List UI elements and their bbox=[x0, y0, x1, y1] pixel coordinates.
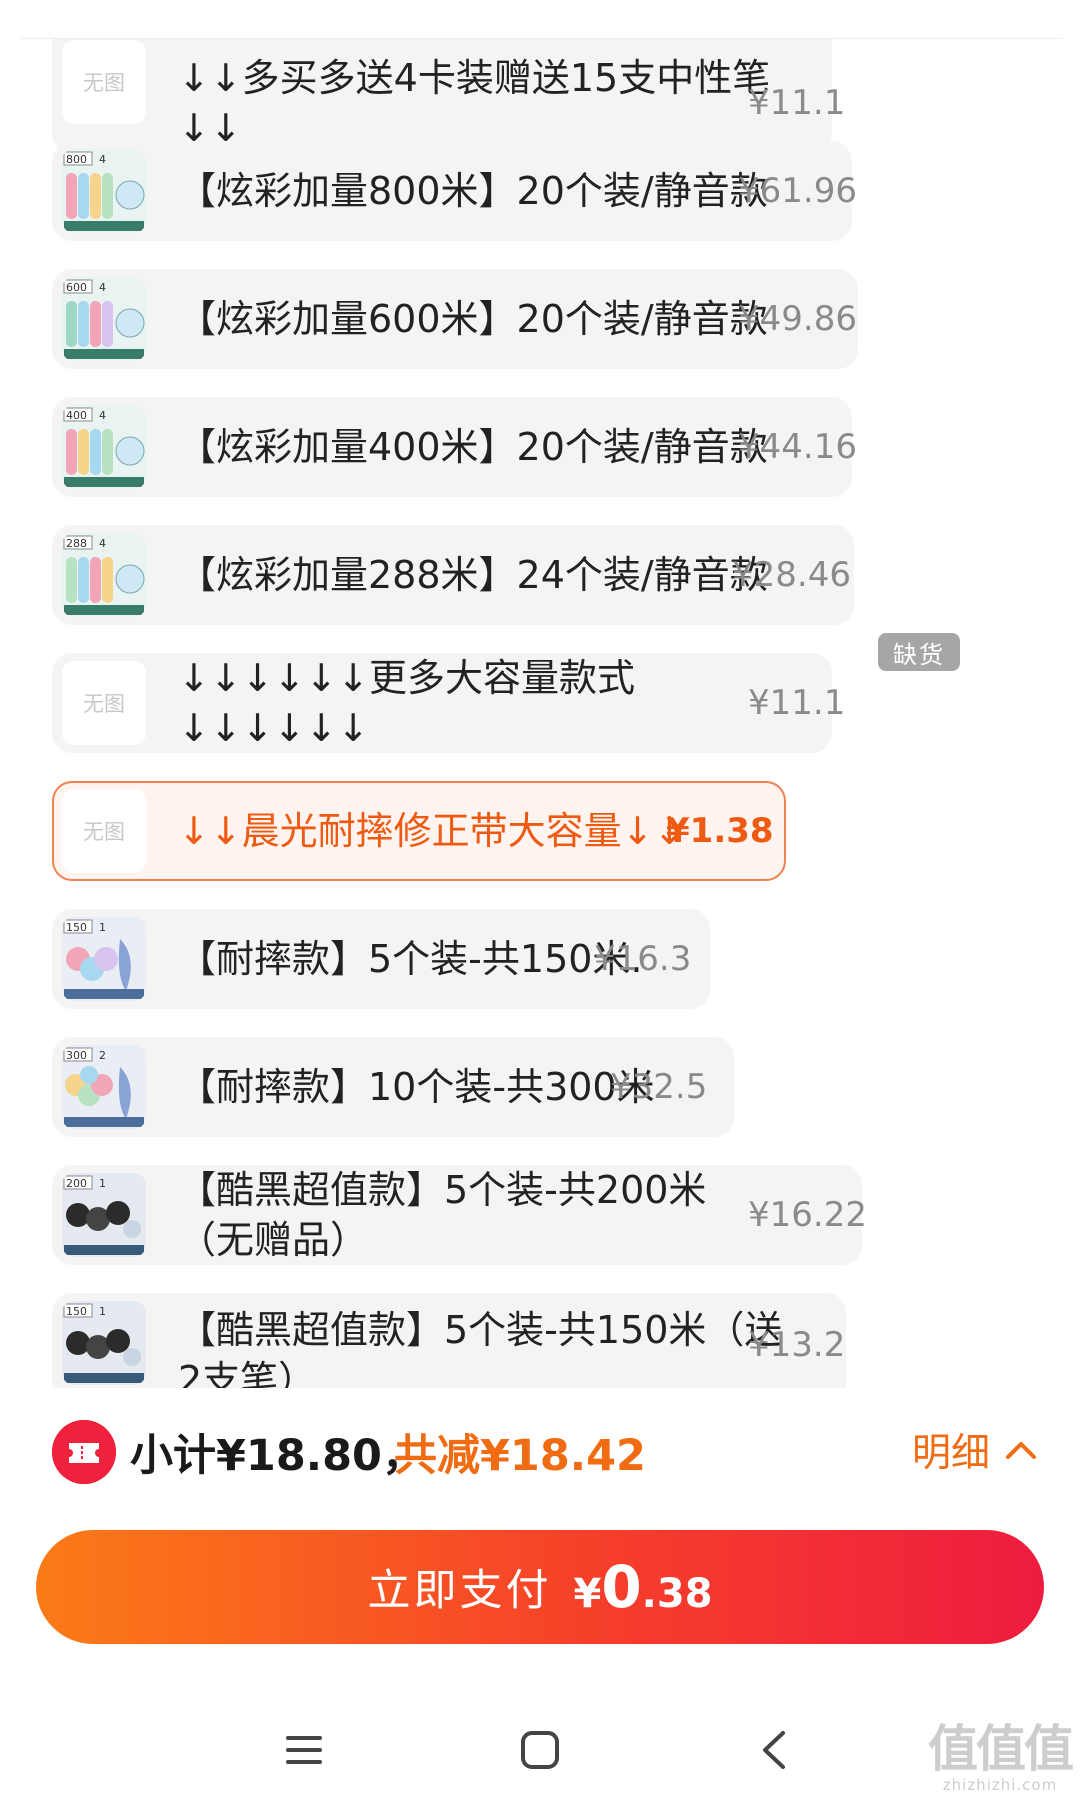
pay-currency: ¥ bbox=[573, 1571, 602, 1617]
sku-option-label: 【酷黑超值款】5个装-共150米（送 2支笔） bbox=[178, 1308, 783, 1389]
sold-out-badge: 缺货 bbox=[878, 633, 960, 671]
svg-text:150: 150 bbox=[66, 1305, 87, 1318]
back-icon[interactable] bbox=[744, 1720, 804, 1780]
watermark-url: zhizhizhi.com bbox=[942, 1776, 1058, 1794]
sku-option-label: ↓↓晨光耐摔修正带大容量↓↓ bbox=[178, 809, 686, 853]
discount-total: 共减¥18.42 bbox=[394, 1431, 646, 1481]
pay-amount-dec: .38 bbox=[641, 1571, 713, 1617]
sku-option[interactable]: 150 1 【耐摔款】5个装-共150米. ¥16.3 bbox=[52, 909, 710, 1009]
svg-text:2: 2 bbox=[99, 1049, 106, 1062]
sku-option[interactable]: 150 1 【酷黑超值款】5个装-共150米（送 2支笔） ¥13.2 bbox=[52, 1293, 846, 1389]
svg-text:150: 150 bbox=[66, 921, 87, 934]
sku-option-label: 【炫彩加量400米】20个装/静音款 bbox=[178, 425, 768, 469]
product-thumbnail: 150 1 bbox=[62, 1301, 146, 1385]
sku-option-price: ¥11.1 bbox=[748, 683, 846, 723]
sku-option[interactable]: 600 4 【炫彩加量600米】20个装/静音款 ¥49.86 bbox=[52, 269, 858, 369]
sku-option-selected[interactable]: 无图 ↓↓晨光耐摔修正带大容量↓↓ ¥1.38 bbox=[52, 781, 786, 881]
sku-option-label: 【耐摔款】5个装-共150米. bbox=[178, 937, 643, 981]
svg-text:4: 4 bbox=[99, 281, 106, 294]
product-thumbnail: 200 1 bbox=[62, 1173, 146, 1257]
sku-option-price: ¥16.22 bbox=[748, 1195, 867, 1235]
pay-now-button[interactable]: 立即支付 ¥0.38 bbox=[36, 1530, 1044, 1644]
pay-now-label: 立即支付 bbox=[367, 1566, 552, 1616]
sku-option-price: ¥11.1 bbox=[748, 83, 846, 123]
svg-text:288: 288 bbox=[66, 537, 87, 550]
sku-options-panel: 无图 ↓↓多买多送4卡装赠送15支中性笔 ↓↓ ¥11.1 800 4 【炫彩加… bbox=[0, 0, 1080, 1389]
product-thumbnail: 600 4 bbox=[62, 277, 146, 361]
product-thumbnail: 400 4 bbox=[62, 405, 146, 489]
subtotal-amount: 小计¥18.80 bbox=[130, 1431, 382, 1481]
svg-text:4: 4 bbox=[99, 537, 106, 550]
svg-text:1: 1 bbox=[99, 1177, 106, 1190]
svg-text:800: 800 bbox=[66, 153, 87, 166]
sku-option-price: ¥44.16 bbox=[738, 427, 857, 467]
subtotal-text: 小计¥18.80， bbox=[130, 1421, 425, 1483]
sku-option-label: 【炫彩加量288米】24个装/静音款 bbox=[178, 553, 768, 597]
site-watermark: 值值值 zhizhizhi.com bbox=[928, 1720, 1074, 1794]
detail-toggle-button[interactable]: 明细 bbox=[912, 1422, 1038, 1478]
sku-option-price: ¥13.2 bbox=[748, 1325, 846, 1365]
pay-amount-int: 0 bbox=[601, 1553, 642, 1621]
pay-amount: ¥0.38 bbox=[573, 1553, 712, 1621]
sku-option-price: ¥61.96 bbox=[738, 171, 857, 211]
sku-option-price: ¥28.46 bbox=[732, 555, 851, 595]
sku-option[interactable]: 400 4 【炫彩加量400米】20个装/静音款 ¥44.16 bbox=[52, 397, 857, 497]
sku-option-label: ↓↓↓↓↓↓更多大容量款式 ↓↓↓↓↓↓ bbox=[178, 656, 636, 750]
svg-text:600: 600 bbox=[66, 281, 87, 294]
svg-text:1: 1 bbox=[99, 921, 106, 934]
sku-option-price: ¥49.86 bbox=[738, 299, 857, 339]
sku-option-label: 【耐摔款】10个装-共300米 bbox=[178, 1065, 655, 1109]
product-thumbnail: 800 4 bbox=[62, 149, 146, 233]
svg-text:300: 300 bbox=[66, 1049, 87, 1062]
watermark-logo: 值值值 bbox=[928, 1720, 1074, 1778]
no-image-placeholder: 无图 bbox=[62, 40, 146, 124]
coupon-icon bbox=[52, 1420, 116, 1484]
svg-text:1: 1 bbox=[99, 1305, 106, 1318]
sku-option-label: 【炫彩加量600米】20个装/静音款 bbox=[178, 297, 768, 341]
sku-option-label: ↓↓多买多送4卡装赠送15支中性笔 ↓↓ bbox=[178, 56, 771, 150]
detail-label: 明细 bbox=[912, 1431, 991, 1476]
sku-option-list[interactable]: 无图 ↓↓多买多送4卡装赠送15支中性笔 ↓↓ ¥11.1 800 4 【炫彩加… bbox=[20, 38, 1062, 1389]
sku-option[interactable]: 300 2 【耐摔款】10个装-共300米 ¥32.5 bbox=[52, 1037, 734, 1137]
svg-text:4: 4 bbox=[99, 409, 106, 422]
recent-apps-icon[interactable] bbox=[274, 1720, 334, 1780]
sku-option-price: ¥16.3 bbox=[594, 939, 692, 979]
svg-text:200: 200 bbox=[66, 1177, 87, 1190]
sku-option-label: 【酷黑超值款】5个装-共200米 （无赠品） bbox=[178, 1168, 707, 1262]
svg-text:400: 400 bbox=[66, 409, 87, 422]
sku-option-price: ¥1.38 bbox=[666, 811, 774, 851]
sku-option[interactable]: 无图 ↓↓多买多送4卡装赠送15支中性笔 ↓↓ ¥11.1 bbox=[52, 39, 845, 153]
sku-option-label: 【炫彩加量800米】20个装/静音款 bbox=[178, 169, 768, 213]
sku-option[interactable]: 无图 ↓↓↓↓↓↓更多大容量款式 ↓↓↓↓↓↓ ¥11.1 bbox=[52, 653, 845, 753]
product-thumbnail: 288 4 bbox=[62, 533, 146, 617]
svg-text:4: 4 bbox=[99, 153, 106, 166]
sku-option[interactable]: 288 4 【炫彩加量288米】24个装/静音款 ¥28.46 bbox=[52, 525, 854, 625]
no-image-placeholder: 无图 bbox=[62, 661, 146, 745]
chevron-up-icon bbox=[1006, 1442, 1037, 1459]
sku-option-price: ¥32.5 bbox=[610, 1067, 708, 1107]
product-thumbnail: 150 1 bbox=[62, 917, 146, 1001]
sku-option[interactable]: 800 4 【炫彩加量800米】20个装/静音款 ¥61.96 bbox=[52, 141, 857, 241]
product-thumbnail: 300 2 bbox=[62, 1045, 146, 1129]
sku-option[interactable]: 200 1 【酷黑超值款】5个装-共200米 （无赠品） ¥16.22 bbox=[52, 1165, 867, 1265]
no-image-placeholder: 无图 bbox=[62, 789, 146, 873]
home-icon[interactable] bbox=[510, 1720, 570, 1780]
